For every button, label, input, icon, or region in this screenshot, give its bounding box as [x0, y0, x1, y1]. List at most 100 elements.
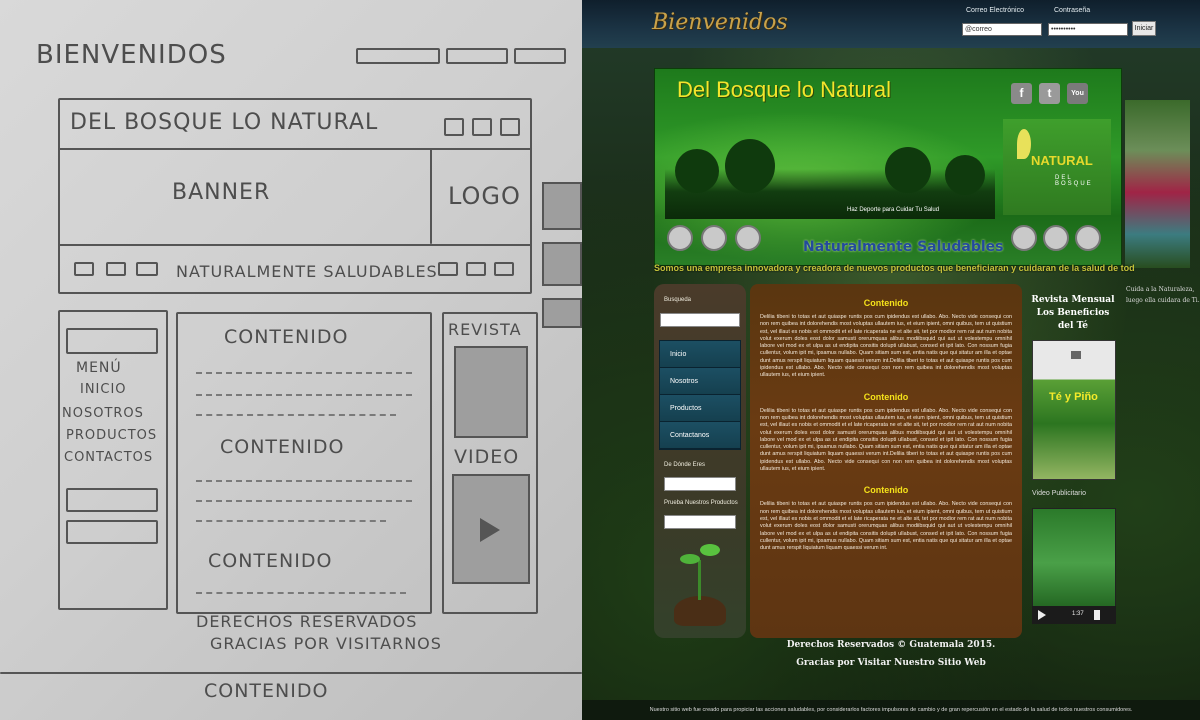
sketch-revista: REVISTA: [448, 320, 522, 339]
sketch-menu-search: [66, 328, 158, 354]
site-logo[interactable]: Bienvenidos: [652, 10, 788, 35]
magazine-title: Revista Mensual Los Beneficios del Té: [1031, 295, 1115, 331]
tree: [885, 147, 931, 193]
sketch-line: [196, 520, 386, 522]
sketch-menu-item-1: INICIO: [80, 382, 127, 397]
banner-subtitle: Haz Deporte para Cuidar Tu Salud: [847, 207, 940, 213]
email-label: Correo Electrónico: [966, 7, 1024, 14]
tagline: Somos una empresa innovadora y creadora …: [654, 263, 1134, 273]
sketch-revista-box: [454, 346, 528, 438]
print-icon[interactable]: [1071, 351, 1081, 359]
sketch-footer-2: GRACIAS POR VISITARNOS: [210, 634, 442, 653]
sketch-icon-5: [466, 262, 486, 276]
product-icon: [735, 225, 761, 251]
youtube-icon[interactable]: You: [1067, 83, 1088, 104]
sketch-menu-title: MENÚ: [76, 360, 122, 376]
sketch-menu-input-2: [66, 520, 158, 544]
play-icon[interactable]: [1038, 610, 1046, 620]
sketch-bottom: CONTENIDO: [204, 680, 329, 702]
brand-logo: NATURAL DEL BOSQUE: [1003, 119, 1111, 215]
try-input[interactable]: [664, 515, 736, 529]
logo-main-text: NATURAL: [1031, 153, 1093, 168]
website-mockup: Bienvenidos Correo Electrónico Contraseñ…: [582, 0, 1200, 720]
banner: Del Bosque lo Natural f t You Haz Deport…: [654, 68, 1122, 266]
leaf: [680, 554, 700, 564]
sketch-side-block-2: [542, 242, 582, 286]
tree: [725, 139, 775, 193]
magazine-cover[interactable]: Té y Piño: [1032, 340, 1116, 480]
sketch-line: [196, 500, 412, 502]
nav-item-inicio[interactable]: Inicio: [660, 341, 740, 368]
content-heading: Contenido: [863, 485, 909, 496]
right-column: Revista Mensual Los Beneficios del Té Té…: [1030, 290, 1116, 640]
sketch-side-block-1: [542, 182, 582, 230]
nav-menu: Inicio Nosotros Productos Contactanos: [659, 340, 741, 450]
product-icon: [667, 225, 693, 251]
soil: [674, 596, 726, 626]
search-label: Busqueda: [664, 297, 692, 303]
password-field[interactable]: ••••••••••: [1048, 23, 1128, 36]
tree: [675, 149, 719, 193]
sketch-video: VIDEO: [454, 446, 520, 468]
volume-icon[interactable]: [1094, 610, 1100, 620]
facebook-icon[interactable]: f: [1011, 83, 1032, 104]
slogan: Naturalmente Saludables: [803, 239, 1004, 255]
sketch-header-divider: [58, 148, 532, 150]
video-player[interactable]: [1032, 508, 1116, 618]
sketch-content-1: CONTENIDO: [224, 326, 349, 348]
twitter-icon[interactable]: t: [1039, 83, 1060, 104]
leaf-icon: [1017, 129, 1031, 159]
sketch-menu-item-4: CONTACTOS: [64, 450, 154, 465]
sketch-menu-item-2: NOSOTROS: [62, 406, 144, 421]
content-body: Delilia tibeni to totas et aut quiaspe r…: [760, 501, 1012, 552]
sketch-content-3: CONTENIDO: [208, 550, 333, 572]
video-controls: 1:37: [1032, 606, 1116, 624]
content-body: Delilia tibeni to totas et aut quiaspe r…: [760, 314, 1012, 379]
top-bar: Bienvenidos Correo Electrónico Contraseñ…: [582, 0, 1200, 48]
product-icon: [1043, 225, 1069, 251]
footer-copyright: Derechos Reservados © Guatemala 2015.: [786, 640, 996, 650]
sketch-logo-label: LOGO: [448, 182, 521, 210]
sketch-line: [196, 592, 406, 594]
content-heading: Contenido: [863, 298, 909, 308]
sketch-slogan-divider: [58, 244, 532, 246]
side-quote-line: Cuida a la Naturaleza,: [1126, 286, 1195, 293]
sketch-banner-divider: [430, 148, 432, 244]
sketch-content-2: CONTENIDO: [220, 436, 345, 458]
sketch-menu-item-3: PRODUCTOS: [66, 428, 158, 443]
wireframe-sketch: BIENVENIDOS DEL BOSQUE LO NATURAL BANNER…: [0, 0, 582, 720]
sketch-menu-input-1: [66, 488, 158, 512]
sketch-icon-2: [106, 262, 126, 276]
nav-item-productos[interactable]: Productos: [660, 395, 740, 422]
plant-image: [674, 540, 726, 628]
footer-thanks: Gracias por Visitar Nuestro Sitio Web: [796, 658, 986, 668]
sketch-icon-4: [438, 262, 458, 276]
search-input[interactable]: [660, 313, 740, 327]
sketch-side-block-3: [542, 298, 582, 328]
sketch-social-3: [500, 118, 520, 136]
where-label: De Dónde Eres: [664, 462, 706, 468]
content-body: Delilia tibeni to totas et aut quiaspe r…: [760, 407, 1012, 473]
where-input[interactable]: [664, 477, 736, 491]
bottom-note: Nuestro sitio web fue creado para propic…: [582, 700, 1200, 720]
sketch-login-box-2: [446, 48, 508, 64]
password-label: Contraseña: [1054, 7, 1091, 14]
sketch-line: [196, 414, 396, 416]
email-field[interactable]: @correo: [962, 23, 1042, 36]
content-heading: Contenido: [863, 391, 909, 402]
sketch-login-box-1: [356, 48, 440, 64]
sketch-welcome: BIENVENIDOS: [36, 40, 227, 70]
sketch-line: [196, 394, 412, 396]
nav-item-nosotros[interactable]: Nosotros: [660, 368, 740, 395]
login-button[interactable]: Iniciar: [1132, 21, 1156, 36]
logo-sub-text: DEL BOSQUE: [1055, 175, 1093, 187]
stem: [698, 560, 701, 600]
banner-title: Del Bosque lo Natural: [677, 77, 892, 102]
side-quote: Cuida a la Naturaleza, luego ella cuidar…: [1126, 284, 1200, 306]
sketch-icon-6: [494, 262, 514, 276]
product-icon: [1075, 225, 1101, 251]
sketch-social-1: [444, 118, 464, 136]
video-label: Video Publicitario: [1032, 490, 1086, 497]
nav-item-contactanos[interactable]: Contactanos: [660, 422, 740, 449]
magazine-cover-title: Té y Piño: [1049, 391, 1098, 403]
